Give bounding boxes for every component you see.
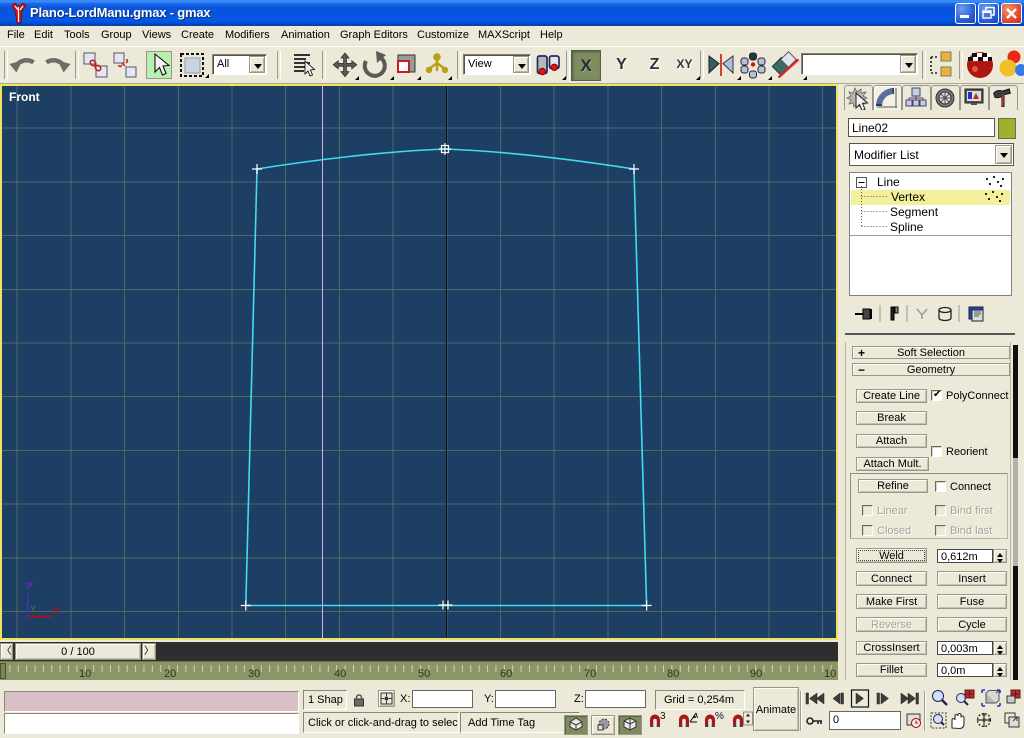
svg-text:%: % [715, 711, 724, 722]
svg-text:X: X [53, 606, 60, 617]
svg-text:3: 3 [660, 711, 666, 722]
svg-text:Y: Y [30, 604, 36, 614]
